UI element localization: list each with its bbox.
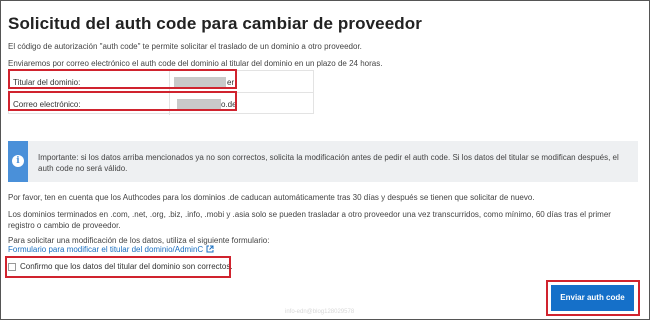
intro-text-2: Enviaremos por correo electrónico el aut… bbox=[8, 59, 383, 68]
watermark-text: info-edn@blog128029578 bbox=[285, 309, 355, 315]
confirm-highlight bbox=[5, 256, 231, 278]
notice-box: i Importante: si los datos arriba mencio… bbox=[8, 141, 638, 182]
transfer-restriction-text: Los dominios terminados en .com, .net, .… bbox=[8, 210, 611, 230]
email-highlight bbox=[8, 91, 237, 111]
notice-bar: i bbox=[8, 141, 28, 182]
page-title: Solicitud del auth code para cambiar de … bbox=[8, 14, 422, 33]
external-link-icon bbox=[206, 245, 214, 253]
notice-text: Importante: si los datos arriba menciona… bbox=[38, 153, 619, 173]
submit-highlight bbox=[546, 280, 640, 316]
holder-highlight bbox=[8, 69, 237, 89]
intro-text-1: El código de autorización "auth code" te… bbox=[8, 42, 362, 51]
info-icon: i bbox=[12, 155, 24, 167]
form-link-label: Formulario para modificar el titular del… bbox=[8, 245, 204, 254]
authcode-expiry-text: Por favor, ten en cuenta que los Authcod… bbox=[8, 193, 535, 202]
holder-change-form-link[interactable]: Formulario para modificar el titular del… bbox=[8, 245, 214, 254]
